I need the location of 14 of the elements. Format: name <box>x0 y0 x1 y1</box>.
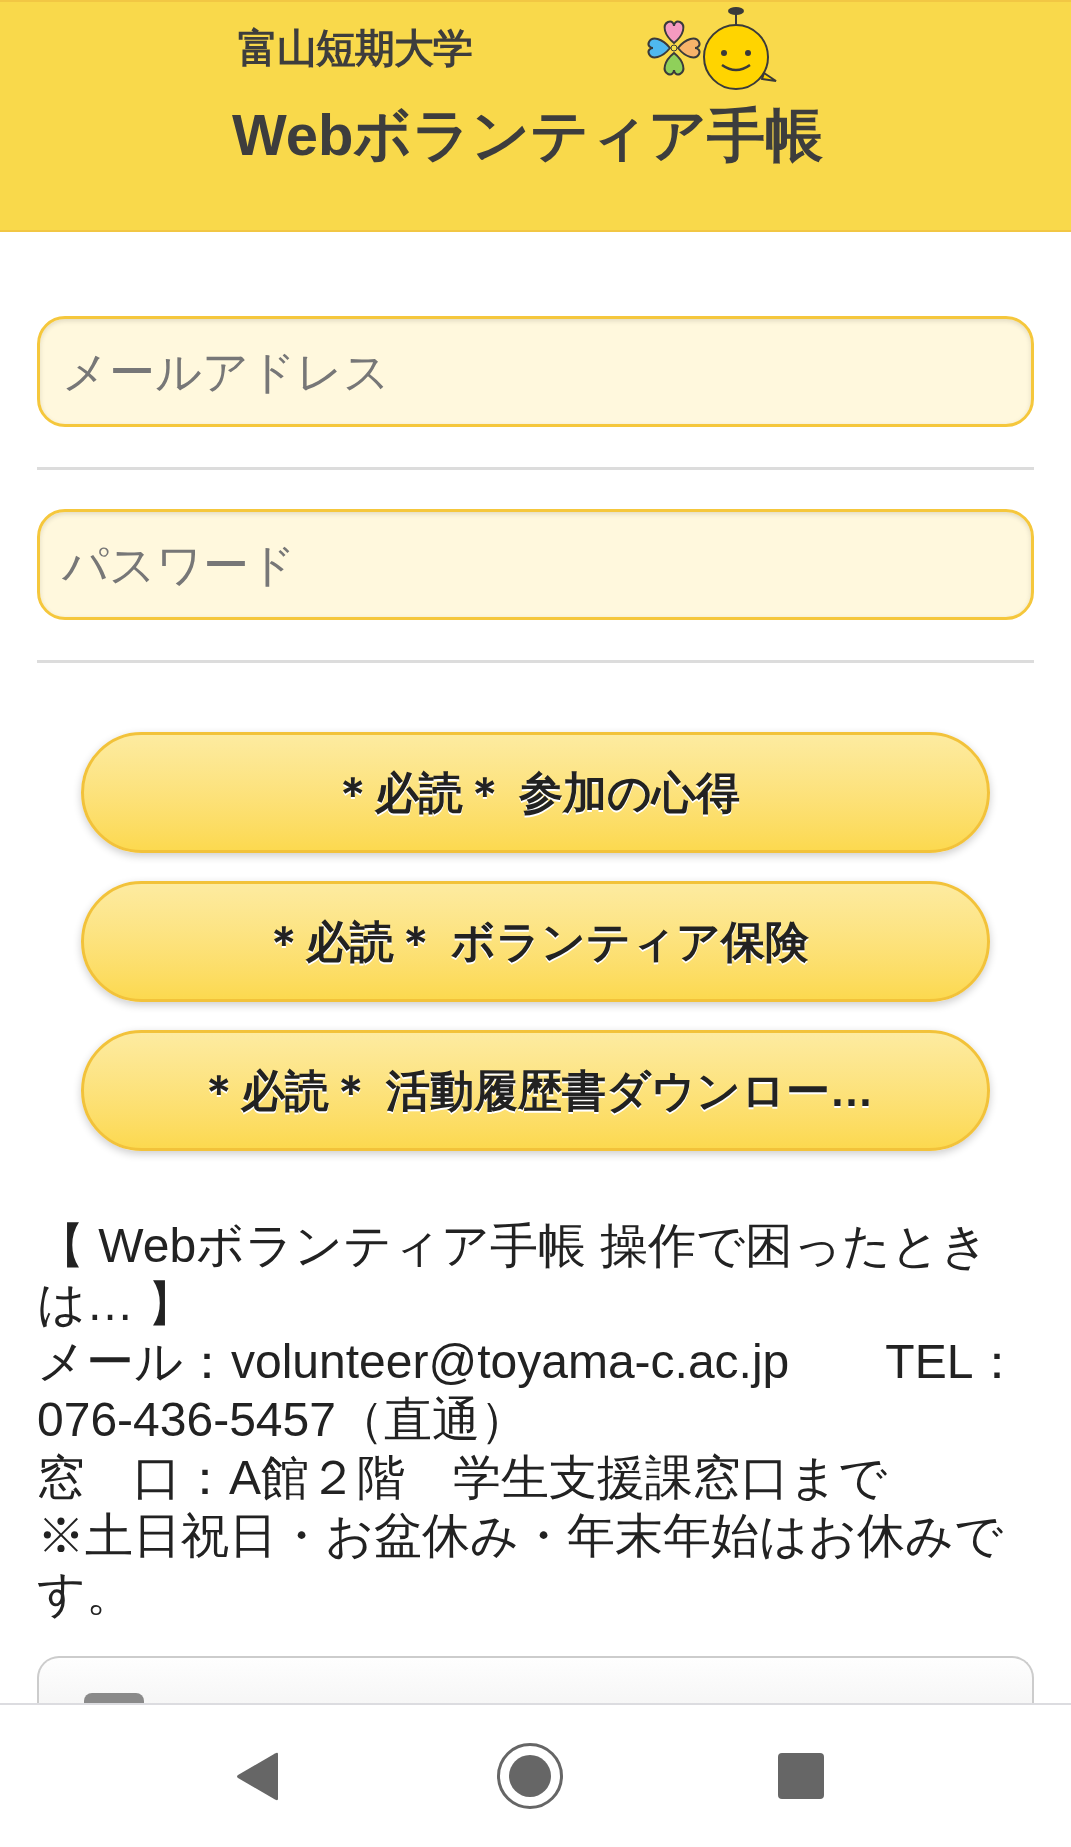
checkbox[interactable] <box>84 1693 144 1703</box>
notice-button[interactable]: ＊必読＊ 活動履歴書ダウンロー… <box>81 1030 990 1151</box>
back-icon[interactable] <box>236 1751 281 1801</box>
college-name: 富山短期大学 <box>238 26 472 70</box>
password-field[interactable]: パスワード <box>37 509 1034 620</box>
email-field[interactable]: メールアドレス <box>37 316 1034 427</box>
help-heading: 【 Webボランティア手帳 操作で困ったときは… 】 <box>37 1218 990 1332</box>
notice-button[interactable]: ＊必読＊ 参加の心得 <box>81 732 990 853</box>
contact-info-text: メール：volunteer@toyama-c.ac.jp TEL：076-436-5457（直通） <box>37 1334 1023 1448</box>
app-title: Webボランティア手帳 <box>232 101 824 169</box>
holiday-note: ※土日祝日・お盆休み・年末年始はお休みです。 <box>37 1508 1004 1622</box>
notice-button[interactable]: ＊必読＊ ボランティア保険 <box>81 881 990 1002</box>
home-icon[interactable] <box>496 1743 563 1809</box>
help-desk-location: 窓 口：A館２階 学生支援課窓口まで <box>37 1450 888 1506</box>
